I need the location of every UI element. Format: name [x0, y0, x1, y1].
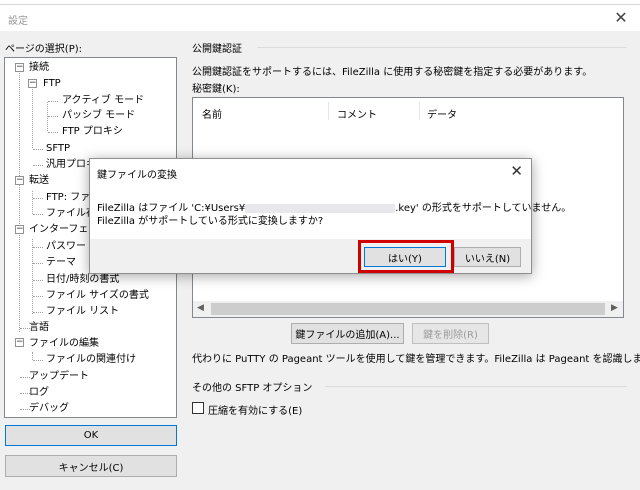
window-title: 設定 [8, 16, 28, 27]
tree-item-transfer[interactable]: 転送 [29, 174, 49, 188]
tree-item-passive-mode[interactable]: パッシブ モード [62, 109, 135, 123]
tree-item-file-lists[interactable]: ファイル リスト [46, 305, 119, 319]
tree-item-file-editing[interactable]: ファイルの編集 [29, 337, 99, 351]
tree-item-logging[interactable]: ログ [29, 386, 49, 400]
tree-item-ftp-proxy[interactable]: FTP プロキシ [62, 125, 123, 139]
pubkey-description: 公開鍵認証をサポートするには、FileZilla に使用する秘密鍵を指定する必要… [192, 67, 593, 78]
dialog-title: 鍵ファイルの変換 [97, 170, 177, 181]
tree-item-ftp[interactable]: FTP [43, 77, 61, 91]
no-button[interactable]: いいえ(N) [454, 247, 521, 267]
column-header-comment[interactable]: コメント [337, 106, 377, 121]
sftp-options-divider [325, 386, 627, 387]
column-header-data[interactable]: データ [427, 106, 457, 121]
dialog-close-icon[interactable]: ✕ [510, 162, 523, 180]
add-key-file-button[interactable]: 鍵ファイルの追加(A)... [291, 323, 404, 344]
remove-key-button[interactable]: 鍵を削除(R) [412, 323, 489, 344]
column-header-name[interactable]: 名前 [202, 106, 222, 121]
tree-item-filesize-format[interactable]: ファイル サイズの書式 [46, 289, 149, 303]
dialog-message-line1-end: .key' の形式をサポートしていません。 [395, 203, 572, 214]
dialog-message-line1-start: FileZilla はファイル 'C:¥Users¥ [97, 203, 246, 214]
tree-item-language[interactable]: 言語 [29, 321, 49, 335]
ok-button[interactable]: OK [5, 425, 177, 446]
scrollbar-thumb[interactable] [211, 303, 605, 315]
tree-expander-file-editing[interactable]: − [15, 338, 24, 347]
compression-checkbox[interactable] [192, 402, 204, 414]
private-key-label: 秘密鍵(K): [192, 84, 240, 95]
dialog-message: FileZilla はファイル 'C:¥Users¥ .key' の形式をサポート… [97, 202, 571, 228]
window-titlebar: 設定 ✕ [0, 5, 640, 31]
tree-item-connection[interactable]: 接続 [29, 61, 49, 75]
scroll-left-icon[interactable]: ◀ [197, 303, 204, 313]
scroll-right-icon[interactable]: ▶ [611, 303, 618, 313]
tree-expander-interface[interactable]: − [15, 225, 24, 234]
tree-item-datetime-format[interactable]: 日付/時刻の書式 [46, 273, 119, 287]
page-select-label: ページの選択(P): [5, 44, 83, 55]
cancel-button[interactable]: キャンセル(C) [5, 455, 177, 477]
tree-item-themes[interactable]: テーマ [46, 256, 76, 270]
tree-expander-connection[interactable]: − [15, 63, 24, 72]
tree-item-updates[interactable]: アップデート [29, 370, 89, 384]
tree-item-sftp[interactable]: SFTP [46, 142, 70, 156]
window-close-icon[interactable]: ✕ [610, 7, 632, 29]
tree-item-file-associations[interactable]: ファイルの関連付け [46, 353, 136, 367]
highlight-box [358, 240, 454, 273]
tree-expander-ftp[interactable]: − [28, 79, 37, 88]
tree-expander-transfer[interactable]: − [15, 176, 24, 185]
dialog-message-line2: FileZilla がサポートしている形式に変換しますか? [97, 216, 324, 227]
tree-item-active-mode[interactable]: アクティブ モード [62, 94, 144, 108]
compression-label[interactable]: 圧縮を有効にする(E) [208, 402, 302, 417]
pubkey-group-divider [257, 47, 627, 48]
pubkey-group-title: 公開鍵認証 [192, 44, 242, 55]
tree-item-debug[interactable]: デバッグ [29, 402, 69, 416]
redacted-path [245, 203, 396, 213]
pageant-note: 代わりに PuTTY の Pageant ツールを使用して鍵を管理できます。Fi… [192, 354, 640, 365]
sftp-options-title: その他の SFTP オプション [192, 383, 313, 394]
